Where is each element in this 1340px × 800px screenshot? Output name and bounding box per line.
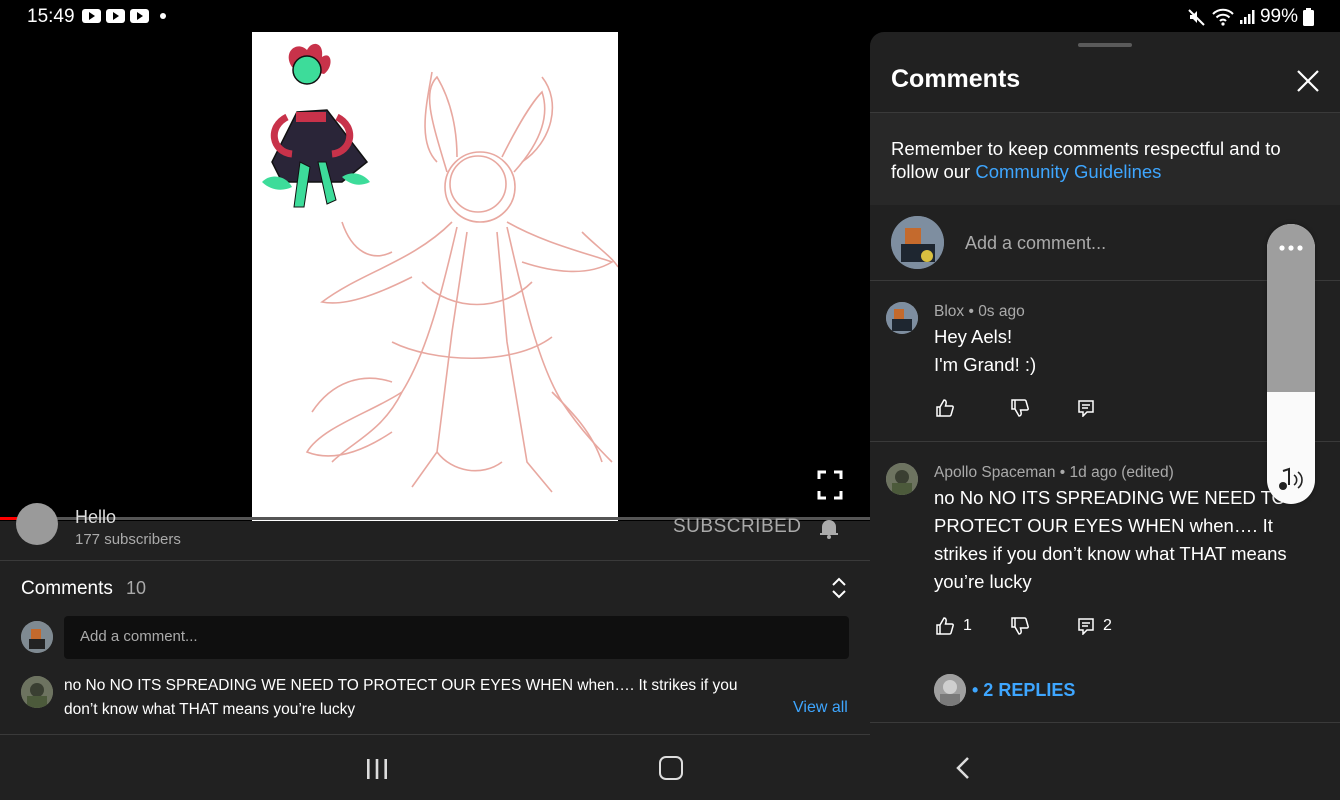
thumbs-down-icon (1011, 399, 1029, 417)
bell-icon[interactable] (818, 517, 840, 539)
comment-actions: 1 2 (935, 616, 1112, 636)
like-button[interactable] (935, 398, 1010, 418)
like-count: 1 (963, 617, 972, 634)
commenter-avatar[interactable] (886, 302, 918, 334)
battery-icon (1303, 8, 1314, 26)
video-player[interactable] (0, 32, 870, 521)
volume-slider[interactable] (1267, 224, 1315, 504)
dislike-button[interactable] (1010, 398, 1077, 418)
status-right: 99% (1187, 6, 1314, 28)
more-options-icon[interactable] (1278, 244, 1304, 252)
thumbs-up-icon (936, 399, 954, 417)
commenter-avatar[interactable] (886, 463, 918, 495)
add-comment-input[interactable]: Add a comment... (64, 616, 849, 659)
like-button[interactable]: 1 (935, 616, 1010, 636)
comments-heading[interactable]: Comments (21, 578, 113, 600)
divider (870, 722, 1340, 723)
dislike-button[interactable] (1010, 616, 1077, 636)
reply-count: 2 (1103, 617, 1112, 634)
user-avatar (891, 216, 944, 269)
comment-text: Hey Aels! (934, 326, 1013, 347)
comment-text: no No NO ITS SPREADING WE NEED TO PROTEC… (934, 487, 1287, 592)
comments-count: 10 (126, 578, 147, 598)
top-comment-text: no No NO ITS SPREADING WE NEED TO PROTEC… (64, 677, 738, 718)
user-avatar (21, 621, 53, 653)
subscriber-count: 177 subscribers (75, 531, 181, 548)
status-bar: 15:49 99% (0, 0, 1340, 32)
home-icon[interactable] (659, 756, 683, 780)
channel-avatar[interactable] (16, 503, 58, 545)
guidelines-notice: Remember to keep comments respectful and… (870, 113, 1340, 205)
video-frame (252, 32, 618, 521)
battery-percent: 99% (1259, 6, 1298, 27)
youtube-notification-icon (130, 9, 149, 23)
reply-button[interactable]: 2 (1077, 617, 1112, 635)
expand-icon[interactable] (830, 577, 848, 599)
channel-name[interactable]: Hello (75, 507, 116, 528)
mute-icon (1188, 9, 1205, 26)
video-details: Hello 177 subscribers SUBSCRIBED Comment… (0, 503, 870, 736)
comment-author-meta: Blox • 0s ago (934, 303, 1025, 320)
view-replies-link[interactable]: • 2 REPLIES (972, 680, 1075, 701)
reply-icon (1078, 400, 1094, 417)
subscribed-button[interactable]: SUBSCRIBED (673, 516, 802, 538)
notification-dot-icon (160, 13, 166, 19)
thumbs-down-icon (1011, 617, 1029, 635)
reply-button[interactable] (1077, 399, 1095, 417)
reply-avatar (934, 674, 966, 706)
divider (0, 560, 870, 561)
youtube-notification-icon (82, 9, 101, 23)
panel-title: Comments (891, 65, 1021, 93)
comment-actions (935, 398, 1095, 418)
comment-text: I'm Grand! :) (934, 354, 1037, 375)
drag-handle[interactable] (1078, 43, 1132, 47)
community-guidelines-link[interactable]: Community Guidelines (975, 161, 1161, 182)
view-all-link[interactable]: View all (793, 699, 848, 717)
youtube-notification-icon (106, 9, 125, 23)
navigation-bar (0, 736, 1340, 800)
media-volume-icon (1279, 467, 1303, 490)
fullscreen-icon[interactable] (817, 470, 843, 500)
divider (0, 734, 870, 735)
thumbs-up-icon (936, 617, 954, 635)
add-comment-input[interactable]: Add a comment... (965, 233, 1106, 254)
comment-author-meta: Apollo Spaceman • 1d ago (edited) (934, 464, 1174, 481)
recent-apps-icon[interactable] (365, 758, 389, 780)
wifi-icon (1212, 8, 1234, 26)
close-icon[interactable] (1296, 69, 1320, 93)
signal-icon (1239, 10, 1255, 24)
video-drawing (262, 43, 618, 493)
status-time: 15:49 (27, 6, 75, 27)
reply-icon (1078, 618, 1094, 635)
back-icon[interactable] (955, 756, 971, 780)
commenter-avatar (21, 676, 53, 708)
